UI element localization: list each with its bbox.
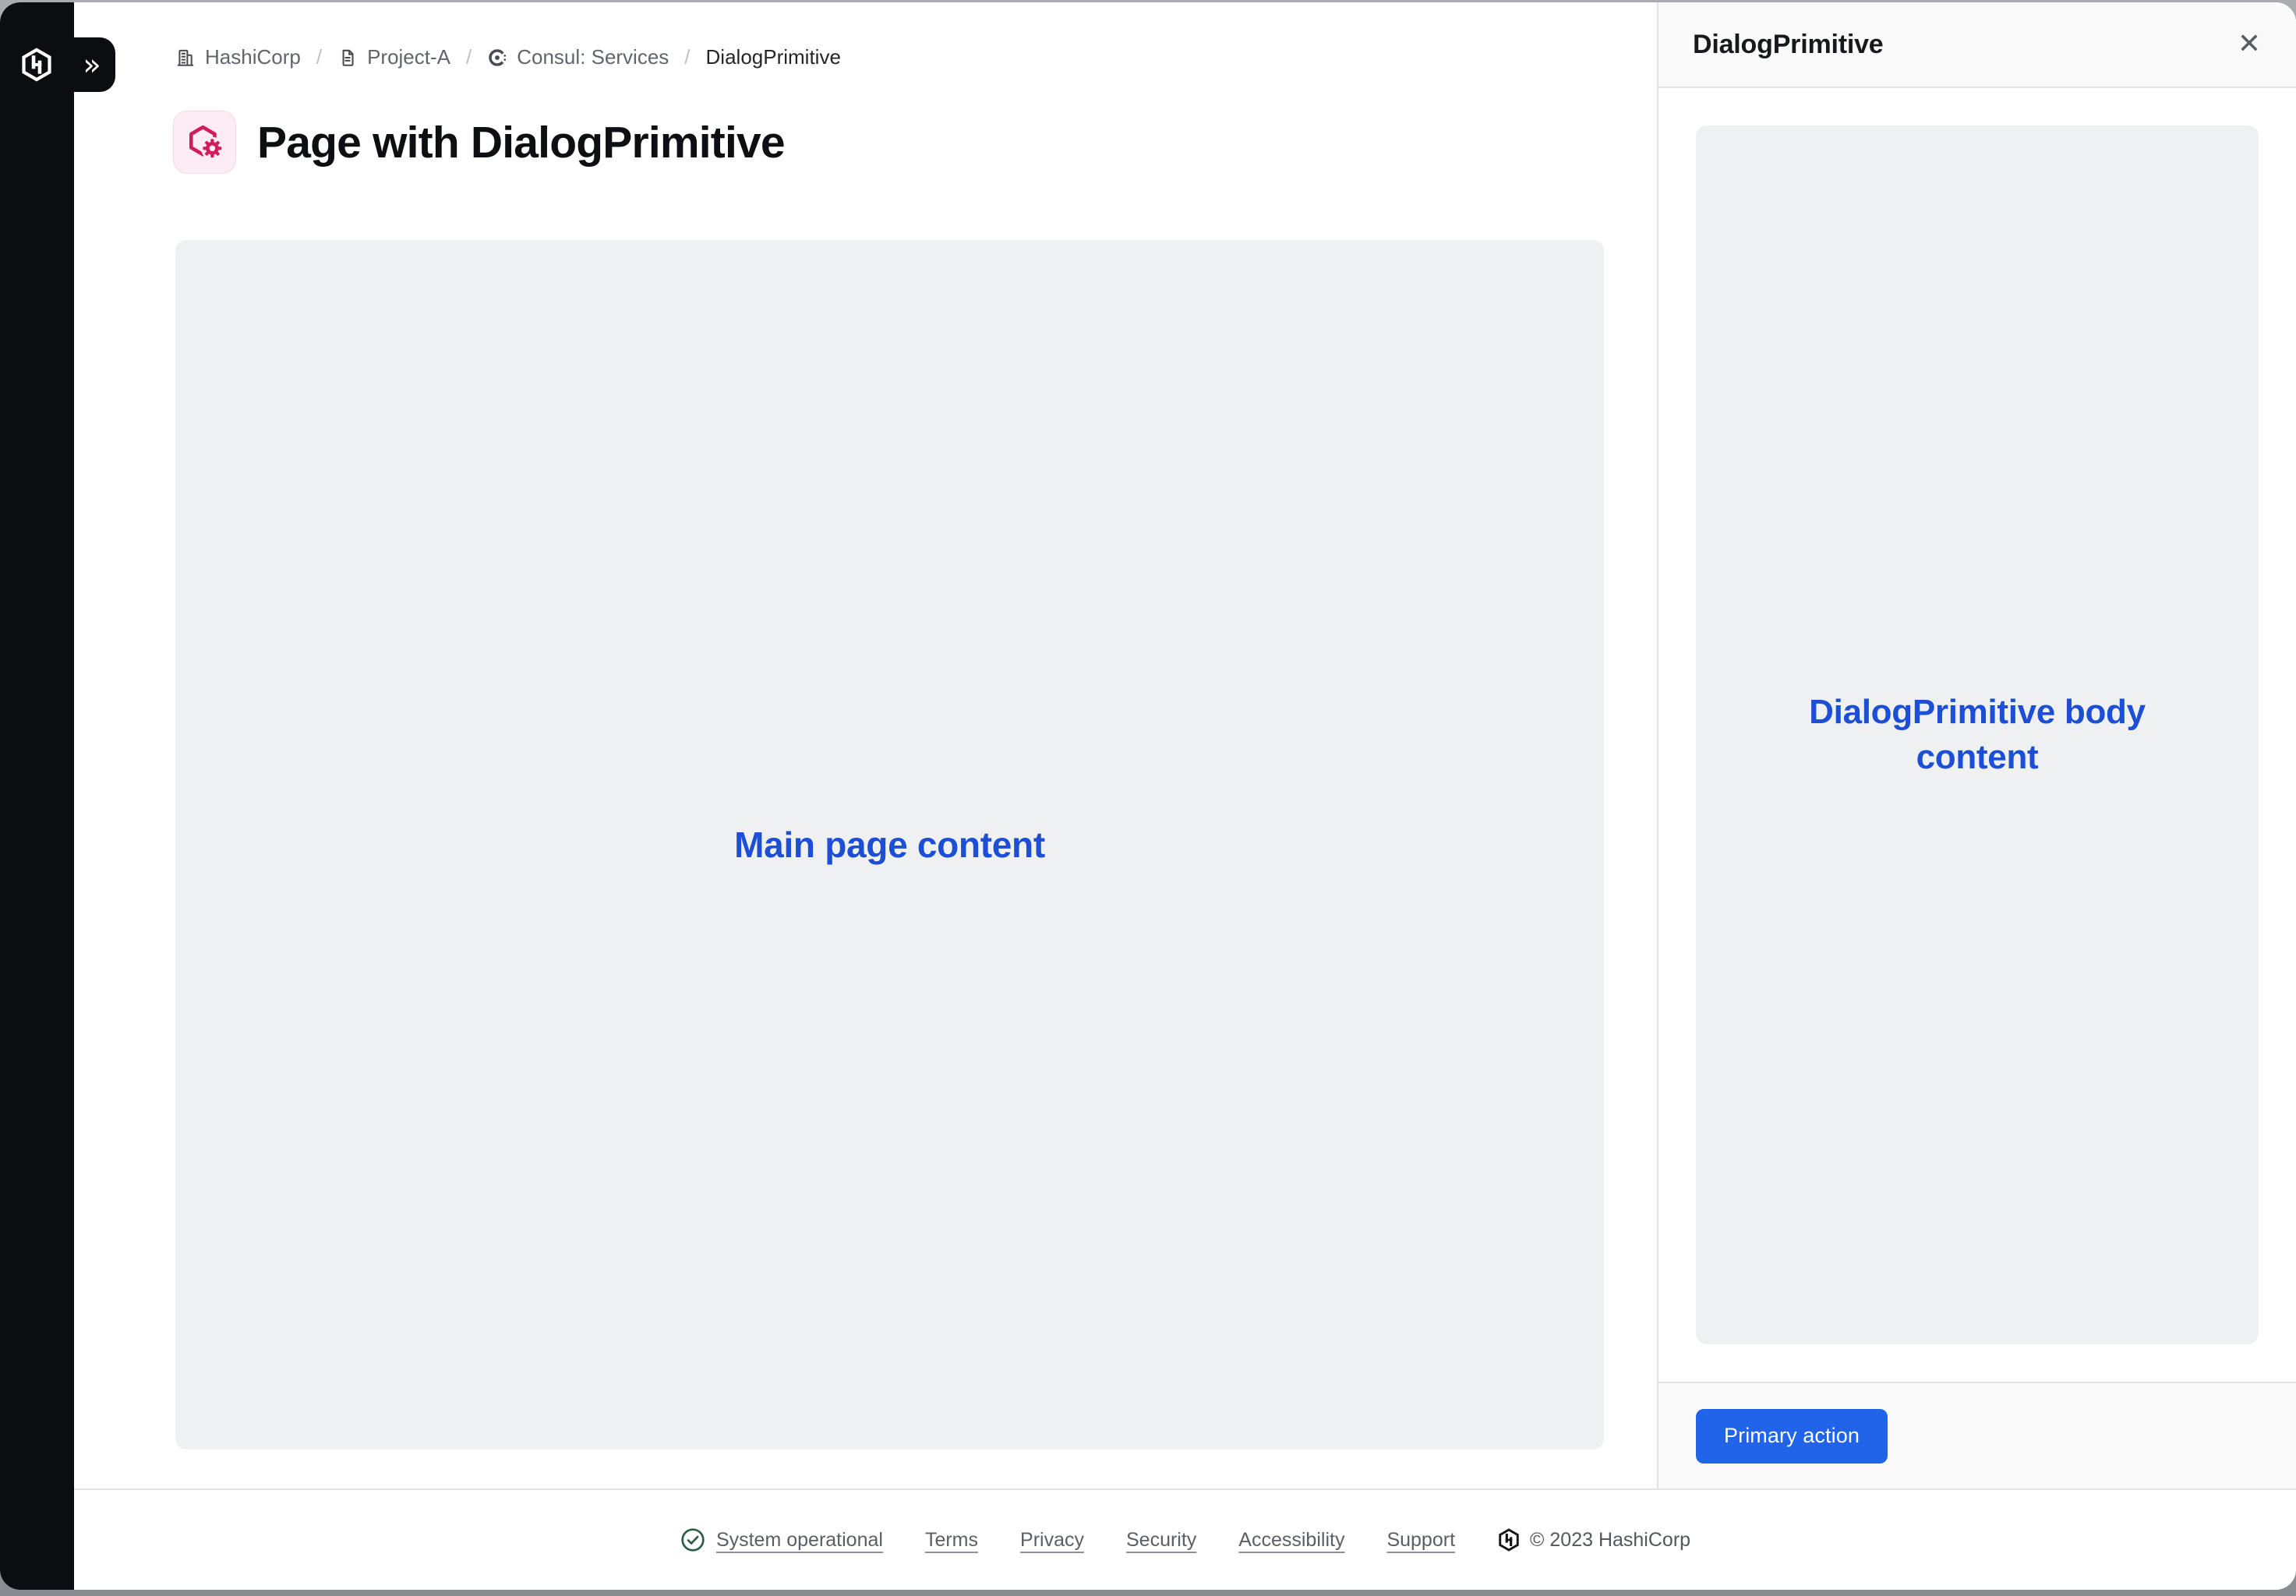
breadcrumb-separator: / (316, 45, 322, 69)
dialog-placeholder-text: DialogPrimitive body content (1759, 690, 2195, 780)
breadcrumb-item-project-a[interactable]: Project-A (337, 45, 450, 69)
main-content-placeholder: Main page content (175, 240, 1604, 1449)
footer-link-accessibility[interactable]: Accessibility (1238, 1529, 1344, 1552)
dialog-footer: Primary action (1658, 1382, 2296, 1488)
app-viewport: » HashiCorp / (0, 2, 2296, 1590)
org-icon (175, 48, 196, 68)
content-column: HashiCorp / Project-A / (74, 2, 2296, 1590)
footer-link-security[interactable]: Security (1126, 1529, 1196, 1552)
dialog-title: DialogPrimitive (1693, 30, 1884, 60)
copyright-text: © 2023 HashiCorp (1530, 1529, 1690, 1552)
breadcrumb-label: Project-A (367, 45, 450, 69)
service-hexagon-gear-icon (173, 111, 236, 174)
hashicorp-logo-icon (1497, 1528, 1521, 1552)
breadcrumb: HashiCorp / Project-A / (175, 45, 841, 69)
footer-link-privacy[interactable]: Privacy (1020, 1529, 1084, 1552)
dialog-header: DialogPrimitive ✕ (1658, 2, 2296, 88)
breadcrumb-separator: / (466, 45, 472, 69)
system-status: System operational (680, 1527, 883, 1553)
dialog-close-button[interactable]: ✕ (2231, 26, 2268, 63)
page-header: Page with DialogPrimitive (173, 111, 785, 174)
copyright: © 2023 HashiCorp (1497, 1528, 1690, 1552)
breadcrumb-label: HashiCorp (205, 45, 301, 69)
app-sidebar (0, 2, 74, 1590)
main-placeholder-text: Main page content (734, 824, 1045, 866)
dialog-panel: DialogPrimitive ✕ DialogPrimitive body c… (1657, 2, 2296, 1488)
breadcrumb-item-current: DialogPrimitive (706, 45, 841, 69)
status-link[interactable]: System operational (716, 1529, 883, 1552)
double-chevron-right-icon: » (83, 50, 101, 79)
main-page: HashiCorp / Project-A / (74, 2, 1657, 1488)
primary-action-button[interactable]: Primary action (1696, 1409, 1888, 1464)
dialog-body-placeholder: DialogPrimitive body content (1696, 125, 2259, 1344)
breadcrumb-item-consul-services[interactable]: Consul: Services (487, 45, 669, 69)
footer-link-support[interactable]: Support (1386, 1529, 1455, 1552)
breadcrumb-item-hashicorp[interactable]: HashiCorp (175, 45, 301, 69)
close-icon: ✕ (2238, 30, 2261, 58)
hashicorp-logo-icon (19, 48, 54, 82)
breadcrumb-label: DialogPrimitive (706, 45, 841, 69)
check-circle-icon (680, 1527, 706, 1553)
breadcrumb-separator: / (684, 45, 690, 69)
page-title: Page with DialogPrimitive (257, 117, 785, 168)
content-row: HashiCorp / Project-A / (74, 2, 2296, 1488)
breadcrumb-label: Consul: Services (517, 45, 669, 69)
dialog-body: DialogPrimitive body content (1658, 88, 2296, 1382)
footer-link-terms[interactable]: Terms (925, 1529, 978, 1552)
consul-icon (487, 48, 507, 68)
file-text-icon (337, 48, 358, 68)
app-footer: System operational Terms Privacy Securit… (74, 1488, 2296, 1590)
